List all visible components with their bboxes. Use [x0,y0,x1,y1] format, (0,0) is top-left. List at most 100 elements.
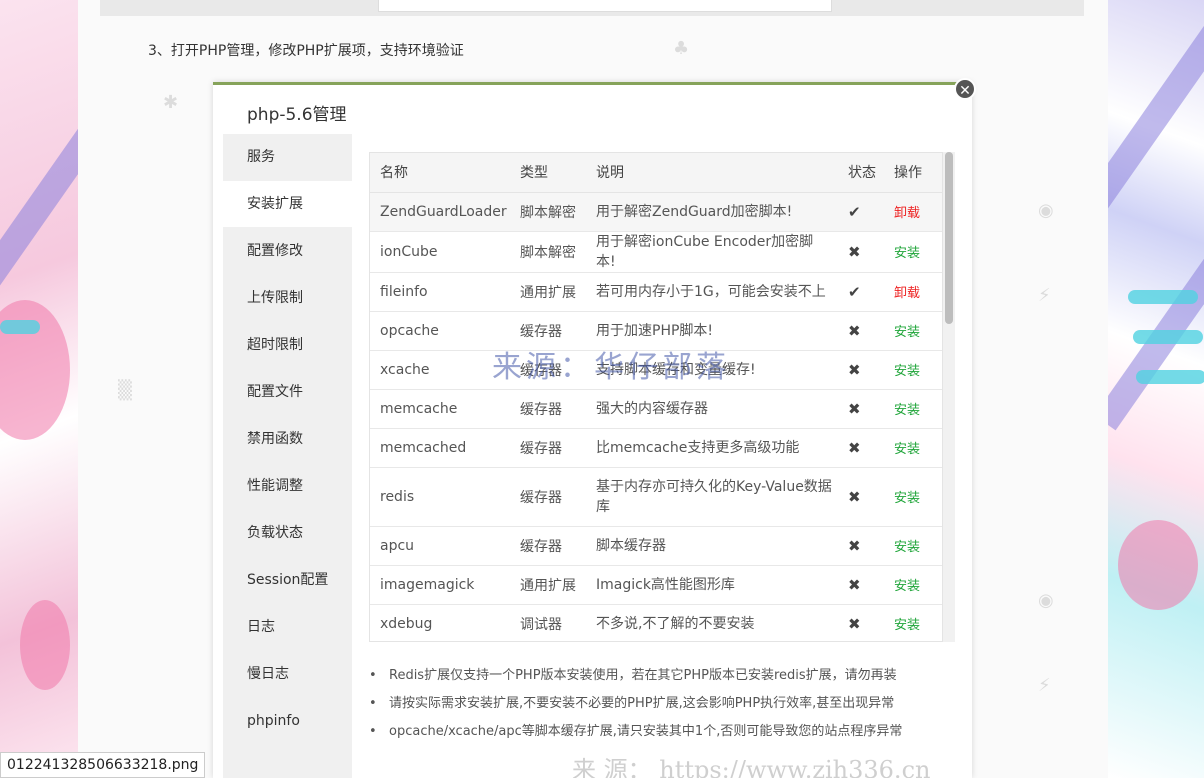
ext-name: ZendGuardLoader [370,192,510,232]
menu-item-slow-log[interactable]: 慢日志 [223,651,352,697]
decor-blob [20,600,70,690]
install-link[interactable]: 安装 [894,442,920,457]
ext-name: memcached [370,428,510,468]
decor-band [1128,290,1198,304]
ext-type: 通用扩展 [510,272,586,312]
file-name-label: 0122413285066332​18.png [0,752,206,778]
menu-item-install-extensions[interactable]: 安装扩展 [223,181,352,227]
menu-item-service[interactable]: 服务 [223,134,352,180]
notes-list: Redis扩展仅支持一个PHP版本安装使用，若在其它PHP版本已安装redis扩… [369,662,959,746]
install-link[interactable]: 安装 [894,579,920,594]
table-row: xdebug 调试器 不多说,不了解的不要安装 ✖ 安装 [370,604,942,641]
cross-icon: ✖ [838,350,884,390]
ext-type: 脚本解密 [510,192,586,232]
cross-icon: ✖ [838,389,884,429]
note-item: Redis扩展仅支持一个PHP版本安装使用，若在其它PHP版本已安装redis扩… [369,662,959,690]
check-icon: ✔ [838,272,884,312]
ext-name: redis [370,467,510,527]
note-item: 请按实际需求安装扩展,不要安装不必要的PHP扩展,这会影响PHP执行效率,甚至出… [369,690,959,718]
install-link[interactable]: 安装 [894,491,920,506]
header-status: 状态 [838,153,884,193]
watermark-text: 来源：华仔部落 [492,350,730,385]
close-icon[interactable]: ✕ [954,78,976,100]
watermark-icon: ▒ [118,380,132,401]
decor-blob [1118,520,1198,610]
top-input [378,0,832,12]
ext-name: xdebug [370,604,510,641]
ext-name: xcache [370,350,510,390]
ext-name: memcache [370,389,510,429]
ext-type: 缓存器 [510,389,586,429]
table-row: memcache 缓存器 强大的内容缓存器 ✖ 安装 [370,389,942,429]
install-link[interactable]: 安装 [894,618,920,633]
menu-item-config-file[interactable]: 配置文件 [223,369,352,415]
table-header-row: 名称 类型 说明 状态 操作 [370,153,942,193]
header-name: 名称 [370,153,510,193]
watermark-icon: ◉ [1038,590,1054,611]
watermark-icon: ⚡ [1038,675,1051,696]
table-row: imagemagick 通用扩展 Imagick高性能图形库 ✖ 安装 [370,565,942,605]
cross-icon: ✖ [838,604,884,641]
cross-icon: ✖ [838,231,884,273]
decor-band [1133,330,1203,344]
table-row: apcu 缓存器 脚本缓存器 ✖ 安装 [370,526,942,566]
ext-type: 脚本解密 [510,231,586,273]
ext-desc: 不多说,不了解的不要安装 [586,604,838,641]
dialog-title: php-5.6管理 [247,105,347,125]
menu-item-config-edit[interactable]: 配置修改 [223,228,352,274]
uninstall-link[interactable]: 卸载 [894,286,920,301]
side-illustration-left [0,0,78,778]
ext-desc: 强大的内容缓存器 [586,389,838,429]
watermark-icon: ⚡ [1038,285,1051,306]
watermark-icon: ♣ [673,38,690,59]
cross-icon: ✖ [838,311,884,351]
ext-type: 通用扩展 [510,565,586,605]
decor-band [0,320,40,334]
uninstall-link[interactable]: 卸载 [894,206,920,221]
header-desc: 说明 [586,153,838,193]
ext-type: 调试器 [510,604,586,641]
install-link[interactable]: 安装 [894,540,920,555]
table-row: memcached 缓存器 比memcache支持更多高级功能 ✖ 安装 [370,428,942,468]
watermark-icon: ◉ [1038,200,1054,221]
decor-stripe [1108,0,1204,241]
install-link[interactable]: 安装 [894,403,920,418]
ext-desc: 比memcache支持更多高级功能 [586,428,838,468]
menu-item-performance[interactable]: 性能调整 [223,463,352,509]
menu-item-load-status[interactable]: 负载状态 [223,510,352,556]
install-link[interactable]: 安装 [894,325,920,340]
ext-desc: 若可用内存小于1G，可能会安装不上 [586,272,838,312]
dialog-body: 服务 安装扩展 配置修改 上传限制 超时限制 配置文件 禁用函数 性能调整 负载… [213,134,972,778]
ext-desc: 脚本缓存器 [586,526,838,566]
header-type: 类型 [510,153,586,193]
cross-icon: ✖ [838,428,884,468]
table-row: ionCube 脚本解密 用于解密ionCube Encoder加密脚本! ✖ … [370,231,942,273]
ext-desc: Imagick高性能图形库 [586,565,838,605]
table-row: ZendGuardLoader 脚本解密 用于解密ZendGuard加密脚本! … [370,192,942,232]
menu-item-log[interactable]: 日志 [223,604,352,650]
scrollbar-thumb[interactable] [945,152,953,324]
check-icon: ✔ [838,192,884,232]
install-link[interactable]: 安装 [894,364,920,379]
menu-item-timeout-limit[interactable]: 超时限制 [223,322,352,368]
dialog-top-border [213,82,972,85]
menu-item-upload-limit[interactable]: 上传限制 [223,275,352,321]
ext-name: imagemagick [370,565,510,605]
side-menu: 服务 安装扩展 配置修改 上传限制 超时限制 配置文件 禁用函数 性能调整 负载… [223,134,352,778]
note-item: opcache/xcache/apc等脚本缓存扩展,请只安装其中1个,否则可能导… [369,718,959,746]
watermark-icon: ✱ [163,92,179,113]
decor-band [1136,370,1204,384]
install-link[interactable]: 安装 [894,246,920,261]
menu-item-phpinfo[interactable]: phpinfo [223,698,352,744]
menu-item-session-config[interactable]: Session配置 [223,557,352,603]
php-manager-dialog: php-5.6管理 服务 安装扩展 配置修改 上传限制 超时限制 配置文件 禁用… [213,82,972,778]
cross-icon: ✖ [838,467,884,527]
side-illustration-right [1108,0,1204,778]
ext-name: apcu [370,526,510,566]
table-scrollbar[interactable] [943,152,955,642]
cross-icon: ✖ [838,565,884,605]
extensions-table-container[interactable]: 名称 类型 说明 状态 操作 ZendGuardLoader 脚本解密 用于解密… [369,152,943,642]
menu-item-disabled-functions[interactable]: 禁用函数 [223,416,352,462]
watermark-url: 来 源： https://www.zih336.cn [572,756,931,778]
ext-type: 缓存器 [510,428,586,468]
